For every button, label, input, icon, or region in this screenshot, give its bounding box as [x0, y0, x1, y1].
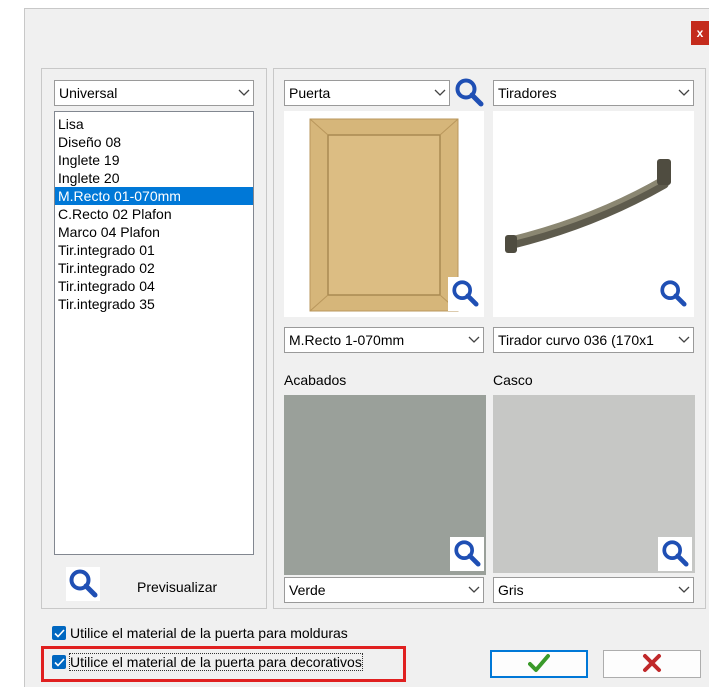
list-item[interactable]: Diseño 08 — [55, 133, 253, 151]
chevron-down-icon — [465, 328, 483, 352]
chevron-down-icon — [235, 81, 253, 105]
magnifier-icon — [661, 539, 689, 570]
list-item[interactable]: Marco 04 Plafon — [55, 223, 253, 241]
magnifier-icon — [453, 539, 481, 570]
carcass-select[interactable]: Gris — [493, 577, 694, 603]
model-list[interactable]: Lisa Diseño 08 Inglete 19 Inglete 20 M.Recto… — [54, 111, 254, 555]
list-item[interactable]: Inglete 19 — [55, 151, 253, 169]
carcass-label: Casco — [493, 372, 533, 388]
moldings-option-label: Utilice el material de la puerta para mo… — [70, 625, 348, 641]
list-item[interactable]: Tir.integrado 04 — [55, 277, 253, 295]
material-panel: Puerta M.Recto 1-070mm Tiradores Tirador… — [273, 68, 706, 609]
handle-preview — [493, 111, 694, 317]
checkmark-icon — [53, 628, 65, 638]
finish-zoom-button[interactable] — [450, 537, 484, 571]
carcass-swatch[interactable] — [493, 395, 695, 573]
finishes-label: Acabados — [284, 372, 347, 388]
list-item[interactable]: Inglete 20 — [55, 169, 253, 187]
chevron-down-icon — [675, 578, 693, 602]
list-item[interactable]: Tir.integrado 01 — [55, 241, 253, 259]
magnifier-icon — [659, 279, 687, 310]
category-select[interactable]: Universal — [54, 80, 254, 106]
checkmark-icon — [528, 653, 550, 676]
door-config-dialog: x Universal Lisa Diseño 08 Inglete 19 Ingle… — [24, 8, 709, 687]
cancel-button[interactable] — [603, 650, 701, 678]
door-model-select-value: M.Recto 1-070mm — [289, 332, 405, 348]
handle-zoom-button[interactable] — [656, 277, 690, 311]
close-icon: x — [696, 26, 704, 40]
category-select-value: Universal — [59, 85, 118, 101]
handle-category-select-value: Tiradores — [498, 85, 557, 101]
list-item[interactable]: Tir.integrado 35 — [55, 295, 253, 313]
moldings-checkbox[interactable] — [52, 626, 66, 640]
door-model-select[interactable]: M.Recto 1-070mm — [284, 327, 484, 353]
magnifier-icon — [454, 77, 484, 110]
door-select[interactable]: Puerta — [284, 80, 450, 106]
chevron-down-icon — [431, 81, 449, 105]
door-zoom-button[interactable] — [448, 277, 482, 311]
door-select-value: Puerta — [289, 85, 331, 101]
preview-label[interactable]: Previsualizar — [137, 579, 217, 595]
moldings-option[interactable]: Utilice el material de la puerta para mo… — [52, 625, 348, 641]
handle-select-value: Tirador curvo 036 (170x1 — [498, 332, 654, 348]
magnifier-icon — [68, 568, 98, 601]
door-search-button[interactable] — [452, 77, 486, 109]
finish-swatch[interactable] — [284, 395, 486, 575]
highlight-annotation — [41, 646, 406, 682]
door-preview — [284, 111, 484, 317]
list-item[interactable]: Tir.integrado 02 — [55, 259, 253, 277]
close-button[interactable]: x — [691, 21, 709, 45]
carcass-zoom-button[interactable] — [658, 537, 692, 571]
finish-select-value: Verde — [289, 582, 326, 598]
handle-select[interactable]: Tirador curvo 036 (170x1 — [493, 327, 694, 353]
chevron-down-icon — [675, 81, 693, 105]
finish-select[interactable]: Verde — [284, 577, 484, 603]
cross-icon — [642, 653, 662, 676]
carcass-select-value: Gris — [498, 582, 524, 598]
ok-button[interactable] — [490, 650, 588, 678]
chevron-down-icon — [465, 578, 483, 602]
magnifier-icon — [451, 279, 479, 310]
preview-zoom-button[interactable] — [66, 567, 100, 601]
list-item[interactable]: M.Recto 01-070mm — [55, 187, 253, 205]
list-item[interactable]: Lisa — [55, 115, 253, 133]
list-item[interactable]: C.Recto 02 Plafon — [55, 205, 253, 223]
model-panel: Universal Lisa Diseño 08 Inglete 19 Inglete… — [41, 68, 267, 609]
handle-category-select[interactable]: Tiradores — [493, 80, 694, 106]
chevron-down-icon — [675, 328, 693, 352]
